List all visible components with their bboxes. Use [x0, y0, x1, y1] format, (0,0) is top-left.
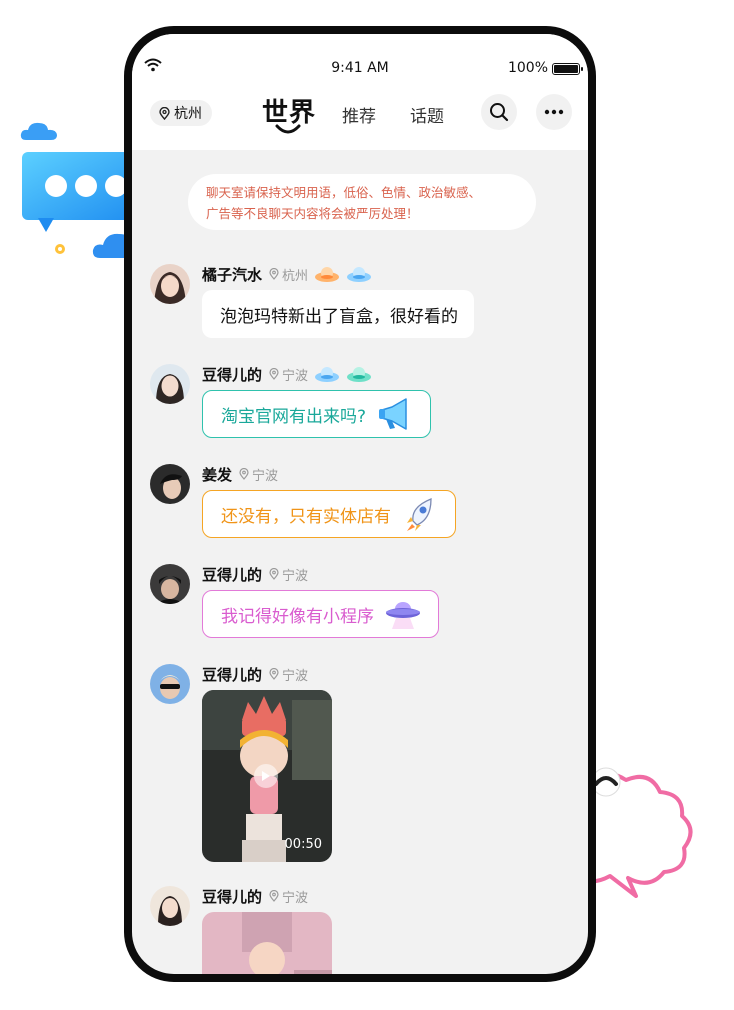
image-message[interactable]: [202, 912, 332, 974]
username[interactable]: 豆得儿的: [202, 364, 262, 385]
orange-ufo-badge: [315, 267, 340, 282]
avatar[interactable]: [150, 264, 190, 304]
blue-ufo-badge: [347, 267, 372, 282]
location-pin-icon: [269, 890, 279, 902]
message-meta: 豆得儿的 宁波: [202, 664, 308, 684]
user-location: 杭州: [268, 265, 308, 284]
notice-line-2: 广告等不良聊天内容将会被严厉处理！: [206, 206, 419, 221]
city-label: 宁波: [282, 668, 309, 684]
message-meta: 豆得儿的 宁波: [202, 364, 372, 384]
search-icon: [490, 103, 509, 122]
city-label: 宁波: [252, 468, 279, 484]
battery-icon: [552, 63, 583, 75]
status-bar: 9:41 AM 100%: [132, 34, 588, 90]
notice-line-1: 聊天室请保持文明用语，低俗、色情、政治敏感、: [206, 185, 482, 200]
city-label: 杭州: [282, 268, 309, 284]
play-icon: [262, 771, 270, 781]
avatar[interactable]: [150, 464, 190, 504]
city-label: 宁波: [282, 890, 309, 906]
message-meta: 橘子汽水 杭州: [202, 264, 372, 284]
user-location: 宁波: [268, 365, 308, 384]
username[interactable]: 橘子汽水: [202, 264, 262, 285]
yellow-ring-decoration: [55, 244, 65, 254]
message-text: 泡泡玛特新出了盲盒，很好看的: [220, 306, 458, 327]
phone-frame: 9:41 AM 100% 杭州 世界 推荐 话题 聊天室请保持文明用语，低俗、色…: [124, 26, 596, 982]
top-nav: 杭州 世界 推荐 话题: [132, 90, 588, 142]
active-tab-indicator: [275, 124, 301, 134]
battery-fill: [554, 65, 578, 73]
message-bubble[interactable]: 泡泡玛特新出了盲盒，很好看的: [202, 290, 474, 338]
message-bubble[interactable]: 我记得好像有小程序: [202, 590, 439, 638]
more-icon: [544, 109, 564, 115]
search-button[interactable]: [481, 94, 517, 130]
message-meta: 豆得儿的 宁波: [202, 886, 308, 906]
location-pin-icon: [269, 668, 279, 680]
message-bubble[interactable]: 淘宝官网有出来吗?: [202, 390, 432, 438]
teal-ufo-badge: [347, 367, 372, 382]
message-text: 我记得好像有小程序: [221, 606, 374, 627]
username[interactable]: 姜发: [202, 464, 232, 485]
megaphone-icon: [379, 398, 407, 430]
user-location: 宁波: [238, 465, 278, 484]
video-duration: 00:50: [284, 837, 322, 852]
city-label: 宁波: [282, 368, 309, 384]
location-label: 杭州: [174, 106, 202, 122]
username[interactable]: 豆得儿的: [202, 664, 262, 685]
location-selector[interactable]: 杭州: [150, 100, 212, 126]
username[interactable]: 豆得儿的: [202, 564, 262, 585]
username[interactable]: 豆得儿的: [202, 886, 262, 907]
message-text: 还没有，只有实体店有: [221, 506, 391, 527]
message-bubble[interactable]: 还没有，只有实体店有: [202, 490, 456, 538]
user-location: 宁波: [268, 565, 308, 584]
user-location: 宁波: [268, 887, 308, 906]
ufo-icon: [386, 602, 420, 629]
rocket-icon: [407, 498, 432, 531]
blue-ufo-badge: [315, 367, 340, 382]
chat-rules-notice: 聊天室请保持文明用语，低俗、色情、政治敏感、 广告等不良聊天内容将会被严厉处理！: [188, 174, 536, 230]
video-message[interactable]: 00:50: [202, 690, 332, 862]
tab-topic[interactable]: 话题: [410, 102, 444, 127]
cloud-icon: [20, 122, 57, 140]
avatar[interactable]: [150, 664, 190, 704]
location-pin-icon: [269, 268, 279, 280]
tab-recommend[interactable]: 推荐: [342, 102, 376, 127]
battery-percent: 100%: [507, 60, 548, 76]
message-meta: 姜发 宁波: [202, 464, 278, 484]
message-meta: 豆得儿的 宁波: [202, 564, 308, 584]
avatar[interactable]: [150, 564, 190, 604]
user-location: 宁波: [268, 665, 308, 684]
location-pin-icon: [159, 106, 170, 120]
message-text: 淘宝官网有出来吗?: [221, 406, 367, 427]
play-button[interactable]: [254, 764, 278, 788]
avatar[interactable]: [150, 364, 190, 404]
image-thumbnail: [202, 912, 332, 974]
more-button[interactable]: [536, 94, 572, 130]
location-pin-icon: [269, 568, 279, 580]
location-pin-icon: [269, 368, 279, 380]
city-label: 宁波: [282, 568, 309, 584]
avatar[interactable]: [150, 886, 190, 926]
location-pin-icon: [239, 468, 249, 480]
